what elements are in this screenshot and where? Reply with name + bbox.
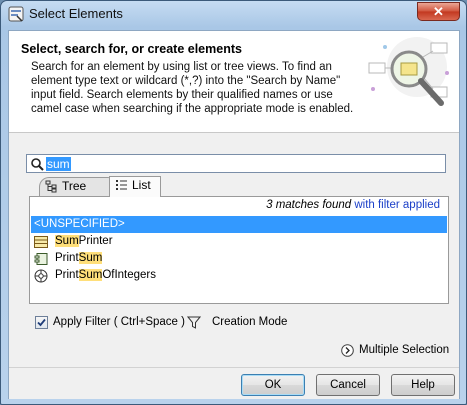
list-item-match: Sum — [55, 235, 79, 247]
help-button[interactable]: Help — [391, 374, 455, 396]
multiple-selection-label: Multiple Selection — [359, 344, 450, 356]
list-item-sumprinter[interactable]: SumPrinter — [31, 233, 447, 250]
search-input[interactable]: sum — [26, 154, 446, 173]
select-elements-dialog: Select Elements ✕ Select, search for, or… — [0, 0, 467, 405]
list-item-text-pre: Print — [55, 269, 79, 281]
header-description: Search for an element by using list or t… — [31, 61, 354, 115]
results-panel: 3 matches found with filter applied <UNS… — [29, 196, 449, 304]
package-icon — [34, 269, 48, 283]
app-icon — [8, 6, 24, 22]
component-icon — [34, 253, 48, 265]
creation-mode-label[interactable]: Creation Mode — [212, 316, 287, 328]
window-title: Select Elements — [29, 6, 123, 21]
tab-tree[interactable]: Tree — [39, 177, 111, 196]
list-item-text-post: Printer — [78, 235, 113, 247]
list-item-text-post: OfIntegers — [102, 269, 157, 281]
tree-icon — [45, 180, 57, 193]
class-icon — [34, 236, 48, 248]
list-item-printsum[interactable]: PrintSum — [31, 250, 447, 267]
search-value: sum — [46, 157, 71, 171]
header-panel: Select, search for, or create elements S… — [9, 31, 459, 133]
filter-applied-link[interactable]: with filter applied — [351, 199, 440, 211]
apply-filter-checkbox[interactable] — [35, 316, 48, 329]
list-item-match: Sum — [78, 252, 103, 264]
tab-tree-label: Tree — [62, 179, 87, 193]
apply-filter-label[interactable]: Apply Filter ( Ctrl+Space ) — [53, 316, 185, 328]
multiple-selection-toggle[interactable]: Multiple Selection — [341, 343, 451, 359]
funnel-icon[interactable] — [187, 316, 201, 329]
search-icon — [31, 158, 44, 171]
list-item-label: <UNSPECIFIED> — [34, 218, 125, 230]
matches-status: 3 matches found with filter applied — [266, 199, 440, 211]
matches-count: 3 matches found — [266, 199, 352, 211]
cancel-button[interactable]: Cancel — [316, 374, 380, 396]
dialog-body: Select, search for, or create elements S… — [8, 30, 460, 399]
title-bar[interactable]: Select Elements ✕ — [1, 1, 466, 27]
button-bar: OK Cancel Help — [9, 367, 459, 399]
list-item-text-pre: Print — [55, 252, 79, 264]
list-item-printsumofintegers[interactable]: PrintSumOfIntegers — [31, 267, 447, 284]
results-list: <UNSPECIFIED> SumPrinter PrintSum PrintS… — [31, 216, 447, 284]
checkmark-icon — [37, 318, 46, 327]
magnifier-diagram-icon — [368, 37, 449, 106]
chevron-right-circle-icon — [341, 344, 354, 357]
header-title: Select, search for, or create elements — [21, 42, 242, 56]
ok-button[interactable]: OK — [241, 374, 305, 396]
list-item-match: Sum — [78, 269, 103, 281]
close-button[interactable]: ✕ — [417, 2, 460, 21]
view-tabs: Tree List — [29, 176, 449, 197]
tab-list[interactable]: List — [109, 176, 161, 197]
filter-options-row: Apply Filter ( Ctrl+Space ) Creation Mod… — [35, 315, 435, 331]
list-item-unspecified[interactable]: <UNSPECIFIED> — [31, 216, 447, 233]
tab-list-label: List — [132, 178, 151, 192]
list-icon — [116, 180, 127, 190]
